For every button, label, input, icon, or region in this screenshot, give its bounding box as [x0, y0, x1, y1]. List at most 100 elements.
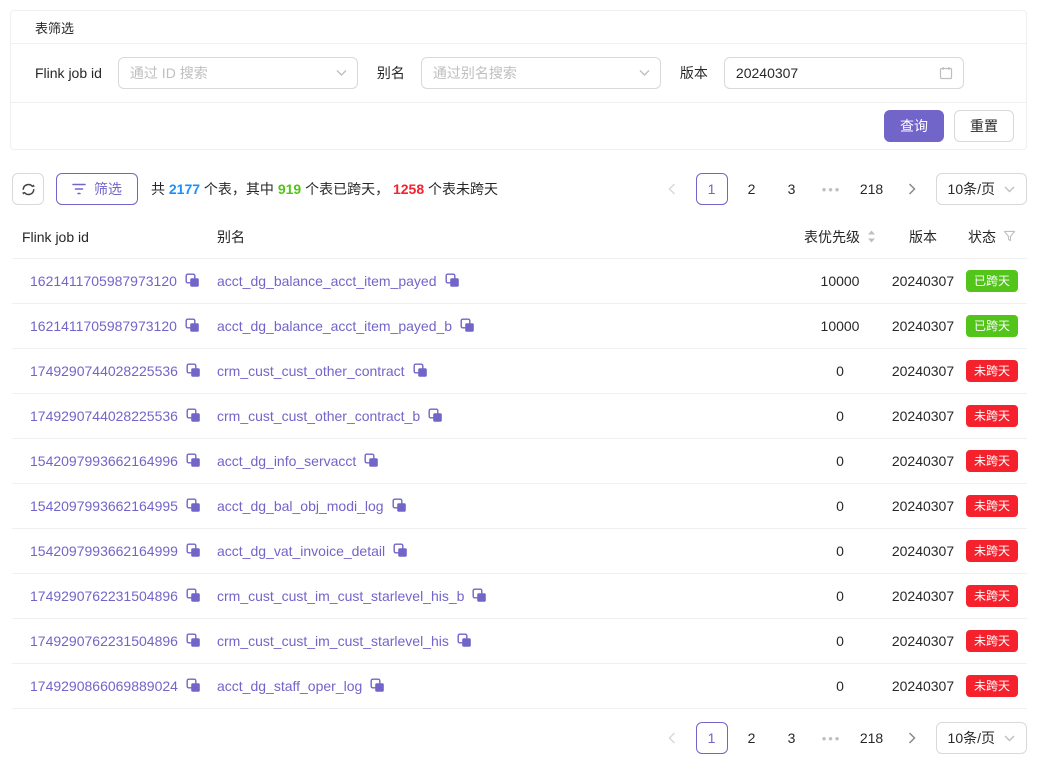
alias-link[interactable]: acct_dg_info_servacct — [217, 453, 356, 469]
copy-icon[interactable] — [186, 633, 201, 648]
flink-job-id-select[interactable] — [118, 57, 358, 89]
status-cell: 未跨天 — [957, 540, 1027, 562]
page-size-value: 10条/页 — [948, 179, 995, 199]
version-date-picker[interactable] — [724, 57, 964, 89]
alias-cell: acct_dg_staff_oper_log — [217, 678, 791, 694]
query-button[interactable]: 查询 — [884, 110, 944, 142]
page-button-1[interactable]: 1 — [696, 173, 728, 205]
flink-job-id-cell: 1621411705987973120 — [12, 273, 217, 289]
summary-text: 共 2177 个表，其中 919 个表已跨天， 1258 个表未跨天 — [151, 179, 498, 199]
copy-icon[interactable] — [460, 318, 475, 333]
status-cell: 未跨天 — [957, 585, 1027, 607]
reset-button[interactable]: 重置 — [954, 110, 1014, 142]
priority-value: 0 — [791, 498, 889, 514]
column-header-alias: 别名 — [217, 227, 791, 247]
copy-icon[interactable] — [186, 453, 201, 468]
copy-icon[interactable] — [472, 588, 487, 603]
flink-job-id-link[interactable]: 1621411705987973120 — [30, 318, 177, 334]
next-page-button[interactable] — [896, 722, 928, 754]
status-badge: 未跨天 — [966, 675, 1018, 697]
status-cell: 未跨天 — [957, 630, 1027, 652]
alias-link[interactable]: acct_dg_staff_oper_log — [217, 678, 362, 694]
copy-icon[interactable] — [457, 633, 472, 648]
prev-page-button[interactable] — [656, 722, 688, 754]
status-cell: 已跨天 — [957, 270, 1027, 292]
alias-cell: crm_cust_cust_other_contract — [217, 363, 791, 379]
version-date-input[interactable] — [724, 57, 964, 89]
filter-button[interactable]: 筛选 — [56, 173, 138, 205]
copy-icon[interactable] — [413, 363, 428, 378]
alias-link[interactable]: crm_cust_cust_other_contract — [217, 363, 405, 379]
table-row: 1542097993662164995 acct_dg_bal_obj_modi… — [12, 484, 1027, 529]
summary-total-count: 2177 — [169, 181, 200, 197]
version-label: 版本 — [680, 63, 708, 83]
copy-icon[interactable] — [370, 678, 385, 693]
page-button-3[interactable]: 3 — [776, 722, 808, 754]
alias-link[interactable]: acct_dg_balance_acct_item_payed — [217, 273, 437, 289]
flink-job-id-link[interactable]: 1749290762231504896 — [30, 588, 178, 604]
priority-header-label: 表优先级 — [804, 227, 860, 247]
page-button-2[interactable]: 2 — [736, 173, 768, 205]
alias-cell: acct_dg_vat_invoice_detail — [217, 543, 791, 559]
copy-icon[interactable] — [428, 408, 443, 423]
page-button-2[interactable]: 2 — [736, 722, 768, 754]
copy-icon[interactable] — [364, 453, 379, 468]
prev-page-button[interactable] — [656, 173, 688, 205]
copy-icon[interactable] — [392, 498, 407, 513]
flink-job-id-link[interactable]: 1542097993662164999 — [30, 543, 178, 559]
page-button-3[interactable]: 3 — [776, 173, 808, 205]
priority-value: 0 — [791, 678, 889, 694]
page-size-select[interactable]: 10条/页 — [936, 722, 1027, 754]
chevron-right-icon — [908, 183, 916, 195]
status-badge: 未跨天 — [966, 495, 1018, 517]
pagination-ellipsis[interactable]: ••• — [816, 182, 848, 197]
flink-job-id-cell: 1749290866069889024 — [12, 678, 217, 694]
copy-icon[interactable] — [186, 363, 201, 378]
flink-job-id-select-input[interactable] — [118, 57, 358, 89]
copy-icon[interactable] — [186, 408, 201, 423]
page-button-last[interactable]: 218 — [856, 722, 888, 754]
alias-link[interactable]: crm_cust_cust_im_cust_starlevel_his_b — [217, 588, 464, 604]
version-value: 20240307 — [889, 273, 957, 289]
flink-job-id-link[interactable]: 1749290744028225536 — [30, 363, 178, 379]
alias-select[interactable] — [421, 57, 661, 89]
alias-link[interactable]: acct_dg_balance_acct_item_payed_b — [217, 318, 452, 334]
copy-icon[interactable] — [186, 678, 201, 693]
copy-icon[interactable] — [445, 273, 460, 288]
alias-link[interactable]: crm_cust_cust_other_contract_b — [217, 408, 420, 424]
next-page-button[interactable] — [896, 173, 928, 205]
copy-icon[interactable] — [186, 498, 201, 513]
alias-link[interactable]: acct_dg_vat_invoice_detail — [217, 543, 385, 559]
flink-job-id-link[interactable]: 1749290866069889024 — [30, 678, 178, 694]
page-button-last[interactable]: 218 — [856, 173, 888, 205]
status-badge: 未跨天 — [966, 630, 1018, 652]
copy-icon[interactable] — [186, 588, 201, 603]
sorter-icon[interactable] — [867, 230, 876, 243]
alias-link[interactable]: acct_dg_bal_obj_modi_log — [217, 498, 384, 514]
copy-icon[interactable] — [185, 273, 200, 288]
page-size-select[interactable]: 10条/页 — [936, 173, 1027, 205]
chevron-left-icon — [668, 732, 676, 744]
alias-cell: acct_dg_balance_acct_item_payed — [217, 273, 791, 289]
copy-icon[interactable] — [185, 318, 200, 333]
alias-link[interactable]: crm_cust_cust_im_cust_starlevel_his — [217, 633, 449, 649]
column-header-version: 版本 — [889, 227, 957, 247]
table-row: 1749290744028225536 crm_cust_cust_other_… — [12, 349, 1027, 394]
refresh-button[interactable] — [12, 173, 44, 205]
alias-select-input[interactable] — [421, 57, 661, 89]
pagination-ellipsis[interactable]: ••• — [816, 731, 848, 746]
column-header-priority[interactable]: 表优先级 — [791, 227, 889, 247]
table-row: 1749290866069889024 acct_dg_staff_oper_l… — [12, 664, 1027, 709]
status-badge: 未跨天 — [966, 540, 1018, 562]
flink-job-id-link[interactable]: 1621411705987973120 — [30, 273, 177, 289]
copy-icon[interactable] — [186, 543, 201, 558]
flink-job-id-link[interactable]: 1749290744028225536 — [30, 408, 178, 424]
flink-job-id-link[interactable]: 1749290762231504896 — [30, 633, 178, 649]
flink-job-id-cell: 1542097993662164999 — [12, 543, 217, 559]
copy-icon[interactable] — [393, 543, 408, 558]
filter-card-header: 表筛选 — [11, 11, 1026, 44]
filter-funnel-icon[interactable] — [1003, 230, 1016, 243]
flink-job-id-link[interactable]: 1542097993662164996 — [30, 453, 178, 469]
flink-job-id-link[interactable]: 1542097993662164995 — [30, 498, 178, 514]
page-button-1[interactable]: 1 — [696, 722, 728, 754]
